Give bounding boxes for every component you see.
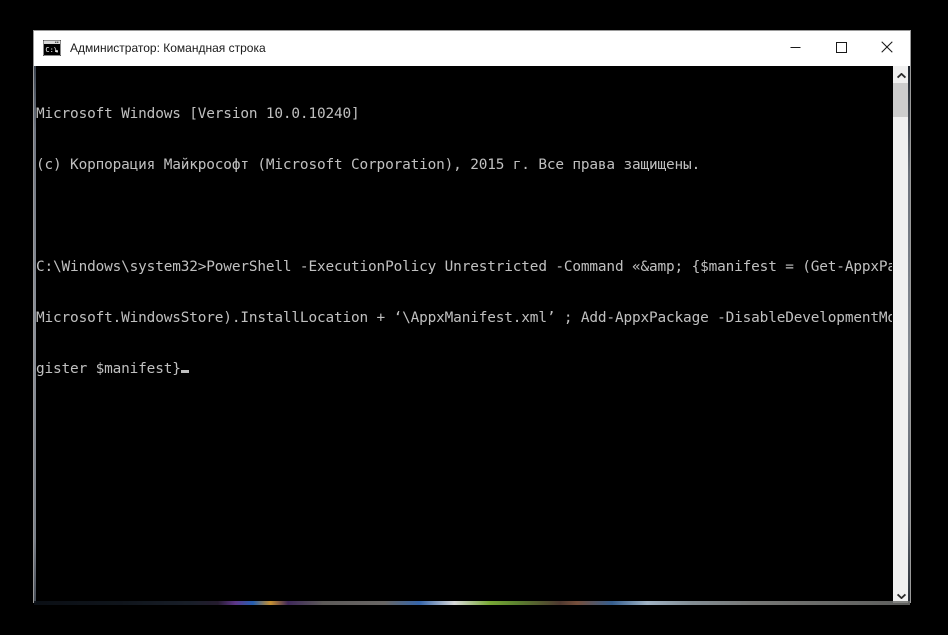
text-cursor (180, 370, 189, 373)
minimize-button[interactable] (772, 31, 818, 65)
console-line-text: gister $manifest} (36, 361, 181, 377)
console-output-area[interactable]: Microsoft Windows [Version 10.0.10240] (… (34, 66, 910, 603)
window-bottom-edge (34, 601, 910, 605)
maximize-icon (835, 41, 847, 56)
minimize-icon (790, 41, 801, 56)
cmd-console-icon: C:\ (42, 39, 62, 57)
desktop-background: C:\ Администратор: Командная строка Micr… (0, 0, 948, 635)
chevron-up-icon (896, 66, 907, 84)
close-icon (881, 40, 893, 56)
window-titlebar[interactable]: C:\ Администратор: Командная строка (34, 31, 910, 66)
console-line: Microsoft Windows [Version 10.0.10240] (36, 106, 360, 122)
console-line: (c) Корпорация Майкрософт (Microsoft Cor… (36, 157, 701, 173)
svg-text:C:\: C:\ (45, 46, 58, 54)
command-prompt-window: C:\ Администратор: Командная строка Micr… (34, 31, 910, 603)
console-line: Microsoft.WindowsStore).InstallLocation … (36, 310, 892, 326)
console-line: C:\Windows\system32>PowerShell -Executio… (36, 259, 892, 275)
window-title: Администратор: Командная строка (70, 41, 266, 55)
console-line-with-cursor: gister $manifest} (36, 361, 892, 378)
close-button[interactable] (864, 31, 910, 65)
maximize-button[interactable] (818, 31, 864, 65)
window-right-border (908, 66, 910, 603)
console-text-buffer[interactable]: Microsoft Windows [Version 10.0.10240] (… (36, 66, 892, 603)
